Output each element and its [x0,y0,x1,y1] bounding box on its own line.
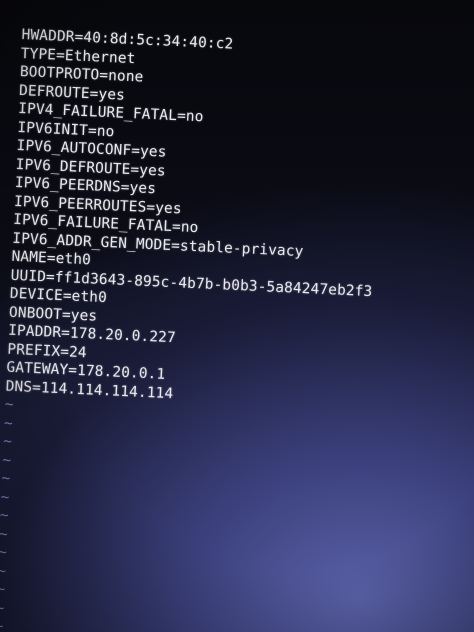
config-file-content: HWADDR=40:8d:5c:34:40:c2 TYPE=Ethernet B… [5,26,461,416]
empty-lines: ~ ~ ~ ~ ~ ~ ~ ~ ~ ~ ~ ~ ~ [0,396,445,632]
vi-editor-buffer[interactable]: HWADDR=40:8d:5c:34:40:c2 TYPE=Ethernet B… [0,26,462,632]
terminal-screen: HWADDR=40:8d:5c:34:40:c2 TYPE=Ethernet B… [0,0,474,632]
